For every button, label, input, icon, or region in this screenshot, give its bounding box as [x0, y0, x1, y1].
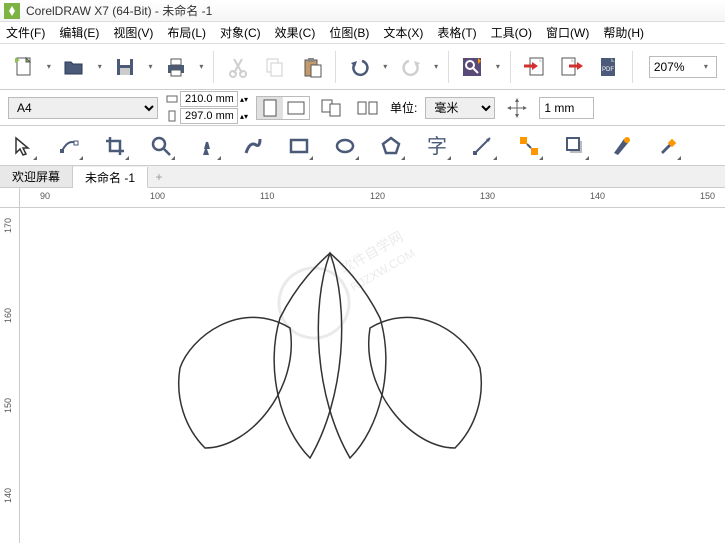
new-dropdown[interactable]: ▾ — [45, 51, 53, 83]
text-tool[interactable]: 字 — [422, 131, 452, 161]
portrait-button[interactable] — [257, 97, 283, 119]
export-button[interactable] — [556, 51, 587, 83]
cut-button[interactable] — [222, 51, 253, 83]
orientation-group — [256, 96, 310, 120]
menu-text[interactable]: 文本(X) — [383, 24, 423, 41]
crop-tool[interactable] — [100, 131, 130, 161]
svg-text:字: 字 — [427, 135, 447, 157]
zoom-tool[interactable] — [146, 131, 176, 161]
ruler-origin[interactable] — [0, 188, 20, 208]
import-button[interactable] — [519, 51, 550, 83]
property-bar: A4 ▴▾ ▴▾ 单位: 毫米 — [0, 90, 725, 126]
menu-table[interactable]: 表格(T) — [437, 24, 476, 41]
drop-shadow-tool[interactable] — [560, 131, 590, 161]
all-pages-button[interactable] — [318, 96, 346, 120]
polygon-tool[interactable] — [376, 131, 406, 161]
canvas[interactable]: 软件自学网 RJZXW.COM — [20, 208, 725, 543]
menu-tools[interactable]: 工具(O) — [491, 24, 532, 41]
menu-effect[interactable]: 效果(C) — [275, 24, 316, 41]
pick-tool[interactable] — [8, 131, 38, 161]
document-tabs: 欢迎屏幕 未命名 -1 + — [0, 166, 725, 188]
menu-bitmap[interactable]: 位图(B) — [329, 24, 369, 41]
menubar: 文件(F) 编辑(E) 视图(V) 布局(L) 对象(C) 效果(C) 位图(B… — [0, 22, 725, 44]
menu-help[interactable]: 帮助(H) — [603, 24, 644, 41]
landscape-button[interactable] — [283, 97, 309, 119]
zoom-input[interactable]: ▾ — [649, 56, 717, 78]
page-dimensions: ▴▾ ▴▾ — [166, 91, 248, 124]
menu-view[interactable]: 视图(V) — [113, 24, 153, 41]
canvas-area: 90 100 110 120 130 140 150 软件自学网 RJZXW.C… — [20, 188, 725, 543]
save-button[interactable] — [110, 51, 141, 83]
lotus-drawing[interactable] — [150, 248, 510, 478]
menu-window[interactable]: 窗口(W) — [546, 24, 589, 41]
new-button[interactable] — [8, 51, 39, 83]
tab-document[interactable]: 未命名 -1 — [73, 167, 148, 188]
zoom-field[interactable] — [654, 60, 704, 74]
menu-object[interactable]: 对象(C) — [220, 24, 261, 41]
workspace: 170 160 150 140 90 100 110 120 130 140 1… — [0, 188, 725, 543]
undo-button[interactable] — [344, 51, 375, 83]
pdf-button[interactable]: PDF — [593, 51, 624, 83]
menu-edit[interactable]: 编辑(E) — [59, 24, 99, 41]
transparency-tool[interactable] — [606, 131, 636, 161]
artistic-media-tool[interactable] — [238, 131, 268, 161]
current-page-button[interactable] — [354, 96, 382, 120]
svg-text:PDF: PDF — [602, 67, 614, 73]
tab-welcome[interactable]: 欢迎屏幕 — [0, 166, 73, 187]
height-icon — [166, 110, 178, 122]
page-size-select[interactable]: A4 — [8, 97, 158, 119]
open-dropdown[interactable]: ▾ — [96, 51, 104, 83]
open-button[interactable] — [59, 51, 90, 83]
search-dropdown[interactable]: ▾ — [494, 51, 502, 83]
app-logo-icon — [4, 3, 20, 19]
tab-add-button[interactable]: + — [148, 166, 170, 187]
window-title: CorelDRAW X7 (64-Bit) - 未命名 -1 — [26, 2, 212, 19]
menu-layout[interactable]: 布局(L) — [167, 24, 206, 41]
page-height-input[interactable] — [180, 108, 238, 124]
freehand-tool[interactable] — [192, 131, 222, 161]
rectangle-tool[interactable] — [284, 131, 314, 161]
menu-file[interactable]: 文件(F) — [6, 24, 45, 41]
shape-tool[interactable] — [54, 131, 84, 161]
eyedropper-tool[interactable] — [652, 131, 682, 161]
undo-dropdown[interactable]: ▾ — [381, 51, 389, 83]
horizontal-ruler[interactable]: 90 100 110 120 130 140 150 — [20, 188, 725, 208]
unit-label: 单位: — [390, 99, 417, 116]
redo-dropdown[interactable]: ▾ — [432, 51, 440, 83]
save-dropdown[interactable]: ▾ — [147, 51, 155, 83]
connector-tool[interactable] — [514, 131, 544, 161]
width-icon — [166, 93, 178, 105]
copy-button[interactable] — [259, 51, 290, 83]
titlebar: CorelDRAW X7 (64-Bit) - 未命名 -1 — [0, 0, 725, 22]
print-dropdown[interactable]: ▾ — [197, 51, 205, 83]
search-button[interactable] — [457, 51, 488, 83]
standard-toolbar: ▾ ▾ ▾ ▾ ▾ ▾ ▾ PDF ▾ — [0, 44, 725, 90]
dimension-tool[interactable] — [468, 131, 498, 161]
nudge-input[interactable] — [539, 97, 594, 119]
ellipse-tool[interactable] — [330, 131, 360, 161]
nudge-icon — [503, 96, 531, 120]
paste-button[interactable] — [296, 51, 327, 83]
print-button[interactable] — [160, 51, 191, 83]
toolbox: 字 — [0, 126, 725, 166]
unit-select[interactable]: 毫米 — [425, 97, 495, 119]
page-width-input[interactable] — [180, 91, 238, 107]
redo-button[interactable] — [395, 51, 426, 83]
vertical-ruler[interactable]: 170 160 150 140 — [0, 188, 20, 543]
